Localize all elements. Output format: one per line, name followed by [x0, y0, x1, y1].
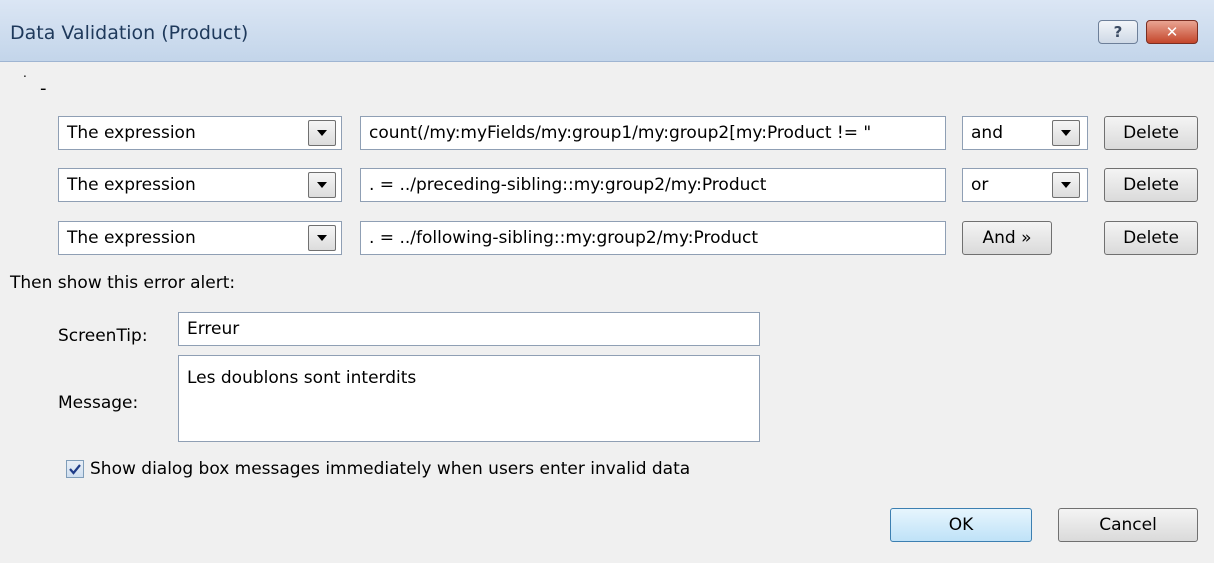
- cancel-label: Cancel: [1099, 515, 1157, 535]
- message-value: Les doublons sont interdits: [187, 368, 417, 388]
- condition-type-dropdown-button-2[interactable]: [308, 172, 336, 198]
- chevron-down-icon: [317, 235, 327, 241]
- expression-text: count(/my:myFields/my:group1/my:group2[m…: [369, 123, 872, 143]
- condition-expression-input-3[interactable]: . = ../following-sibling::my:group2/my:P…: [360, 221, 946, 255]
- condition-type-value: The expression: [67, 175, 196, 195]
- help-icon: ?: [1113, 23, 1123, 41]
- condition-type-value: The expression: [67, 123, 196, 143]
- chevron-down-icon: [317, 182, 327, 188]
- operator-dropdown-button-1[interactable]: [1052, 120, 1080, 146]
- screentip-input[interactable]: Erreur: [178, 312, 760, 346]
- condition-type-select-3[interactable]: The expression: [58, 221, 342, 255]
- ok-button[interactable]: OK: [890, 508, 1032, 542]
- close-button[interactable]: ✕: [1146, 20, 1198, 44]
- dash-marker: -: [40, 78, 47, 99]
- condition-expression-input-2[interactable]: . = ../preceding-sibling::my:group2/my:P…: [360, 168, 946, 202]
- immediate-checkbox[interactable]: [66, 460, 84, 478]
- screentip-label: ScreenTip:: [58, 326, 148, 346]
- chevron-down-icon: [1061, 182, 1071, 188]
- operator-value: and: [971, 123, 1003, 143]
- message-label: Message:: [58, 393, 139, 413]
- condition-type-select-1[interactable]: The expression: [58, 116, 342, 150]
- chevron-down-icon: [1061, 130, 1071, 136]
- message-textarea[interactable]: Les doublons sont interdits: [178, 355, 760, 442]
- condition-type-select-2[interactable]: The expression: [58, 168, 342, 202]
- delete-label: Delete: [1123, 228, 1179, 248]
- immediate-checkbox-label[interactable]: Show dialog box messages immediately whe…: [90, 459, 690, 479]
- expression-text: . = ../preceding-sibling::my:group2/my:P…: [369, 175, 767, 195]
- dot-marker: .: [23, 66, 27, 80]
- expression-text: . = ../following-sibling::my:group2/my:P…: [369, 228, 759, 248]
- operator-value: or: [971, 175, 989, 195]
- condition-type-value: The expression: [67, 228, 196, 248]
- cancel-button[interactable]: Cancel: [1058, 508, 1198, 542]
- operator-dropdown-button-2[interactable]: [1052, 172, 1080, 198]
- delete-label: Delete: [1123, 175, 1179, 195]
- checkmark-icon: [69, 464, 81, 475]
- chevron-down-icon: [317, 130, 327, 136]
- title-bar: Data Validation (Product) ? ✕: [0, 0, 1214, 62]
- condition-expression-input-1[interactable]: count(/my:myFields/my:group1/my:group2[m…: [360, 116, 946, 150]
- close-icon: ✕: [1165, 23, 1179, 41]
- delete-button-3[interactable]: Delete: [1104, 221, 1198, 255]
- condition-type-dropdown-button-1[interactable]: [308, 120, 336, 146]
- and-button-label: And »: [982, 228, 1032, 248]
- and-button[interactable]: And »: [962, 221, 1052, 255]
- window-title: Data Validation (Product): [10, 22, 249, 44]
- delete-button-2[interactable]: Delete: [1104, 168, 1198, 202]
- delete-label: Delete: [1123, 123, 1179, 143]
- delete-button-1[interactable]: Delete: [1104, 116, 1198, 150]
- screentip-value: Erreur: [187, 319, 240, 339]
- condition-type-dropdown-button-3[interactable]: [308, 225, 336, 251]
- help-button[interactable]: ?: [1098, 20, 1138, 44]
- ok-label: OK: [948, 515, 974, 535]
- error-alert-heading: Then show this error alert:: [10, 273, 236, 293]
